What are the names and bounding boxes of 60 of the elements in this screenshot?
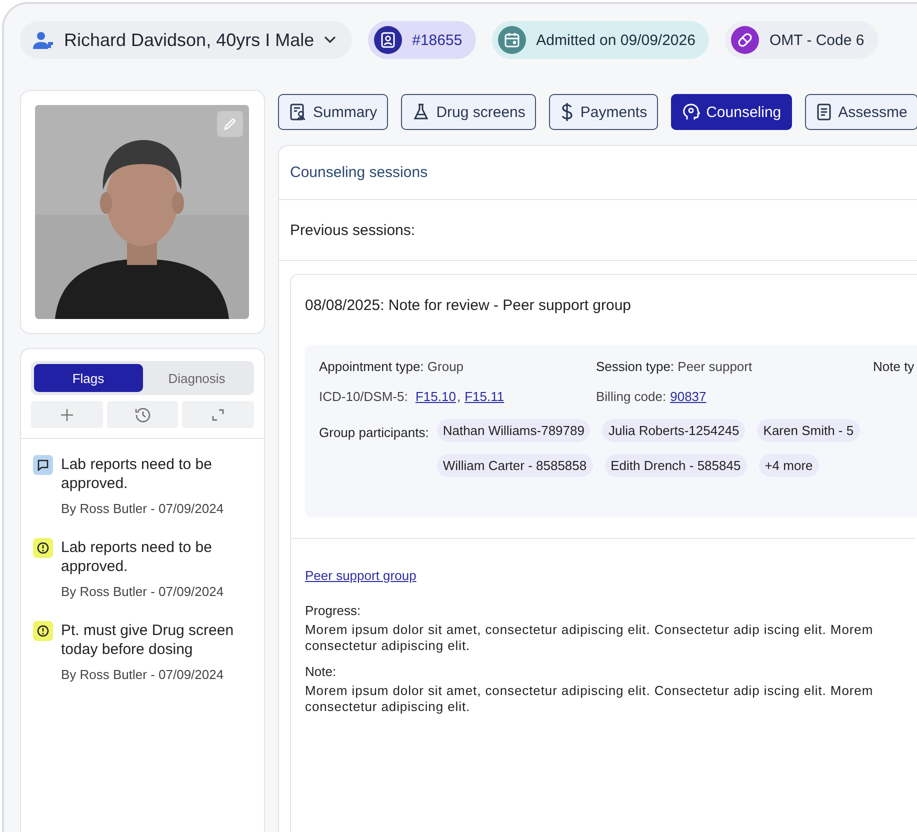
flag-text: Lab reports need to be approved. — [61, 538, 213, 576]
pill-icon — [731, 26, 760, 54]
tab[interactable]: Payments — [549, 94, 658, 130]
field-text: Session type: Peer support — [596, 359, 754, 376]
person-icon — [32, 30, 54, 50]
info-chip: Admitted on 09/09/2026 — [492, 21, 710, 59]
section-label: Previous sessions: — [290, 222, 416, 238]
flag-author: By Ross Butler - 07/09/2024 — [61, 667, 225, 682]
segment-tab[interactable]: Flags — [34, 364, 142, 392]
notes-text: Morem ipsum dolor sit amet, consectetur adipiscing elit. Consectetur adip iscing elit. Morem consectetur adipiscing elit. — [305, 622, 874, 654]
code-link[interactable]: 90837 — [670, 389, 706, 404]
field-label: Group participants: — [319, 424, 429, 442]
flag-text: Lab reports need to be approved. — [61, 455, 213, 493]
expand-icon — [212, 408, 224, 420]
flag-author: By Ross Butler - 07/09/2024 — [61, 501, 225, 516]
comment-icon — [33, 455, 53, 475]
document-icon — [816, 103, 832, 121]
separator-text: , — [456, 389, 461, 404]
flask-icon — [412, 103, 430, 121]
history-button[interactable] — [106, 401, 178, 428]
notes-label: Note: — [305, 664, 338, 679]
edit-button[interactable] — [217, 111, 243, 137]
tab[interactable]: Assessme — [805, 94, 917, 130]
code-link[interactable]: F15.10 — [415, 389, 456, 404]
field-label: Note ty — [873, 359, 914, 376]
history-icon — [134, 406, 150, 422]
notes-text: Morem ipsum dolor sit amet, consectetur adipiscing elit. Consectetur adip iscing elit. Morem consectetur adipiscing elit. — [305, 683, 874, 715]
participant-tag: Julia Roberts-1254245 — [602, 419, 746, 442]
field-label: Billing code: — [596, 389, 666, 404]
head-gear-icon — [682, 103, 700, 121]
alert-icon — [33, 621, 53, 641]
flag-text: Pt. must give Drug screen today before dosing — [61, 621, 235, 659]
segment-tab[interactable]: Diagnosis — [142, 364, 251, 392]
dollar-icon — [560, 102, 574, 122]
report-icon — [289, 103, 307, 121]
section-title: Counseling sessions — [279, 146, 917, 200]
notes-label: Progress: — [305, 603, 362, 618]
info-chip: OMT - Code 6 — [725, 21, 878, 59]
field-label: ICD-10/DSM-5: — [319, 389, 408, 404]
tab[interactable]: Summary — [278, 94, 388, 130]
pencil-icon — [223, 117, 237, 131]
chevron-down-icon — [324, 36, 336, 44]
calendar-icon — [498, 26, 526, 54]
field-text: Appointment type: Group — [319, 359, 465, 376]
participant-tag: William Carter - 8585858 — [436, 454, 593, 477]
session-heading: 08/08/2025: Note for review - Peer support group — [304, 296, 632, 316]
patient-selector[interactable]: Richard Davidson, 40yrs I Male — [20, 21, 352, 59]
group-link[interactable]: Peer support group — [305, 568, 416, 583]
plus-icon — [60, 408, 73, 420]
participant-tag: Nathan Williams-789789 — [436, 419, 590, 442]
id-card-icon — [374, 26, 402, 54]
more-tag[interactable]: +4 more — [758, 454, 819, 477]
code-link[interactable]: F15.11 — [464, 389, 504, 404]
participant-tag: Edith Drench - 585845 — [604, 454, 747, 477]
alert-icon — [33, 538, 53, 558]
tab[interactable]: Drug screens — [401, 94, 536, 130]
tab[interactable]: Counseling — [671, 94, 792, 130]
participant-tag: Karen Smith - 5 — [757, 419, 860, 442]
flag-author: By Ross Butler - 07/09/2024 — [61, 584, 225, 599]
info-chip: #18655 — [368, 21, 476, 59]
